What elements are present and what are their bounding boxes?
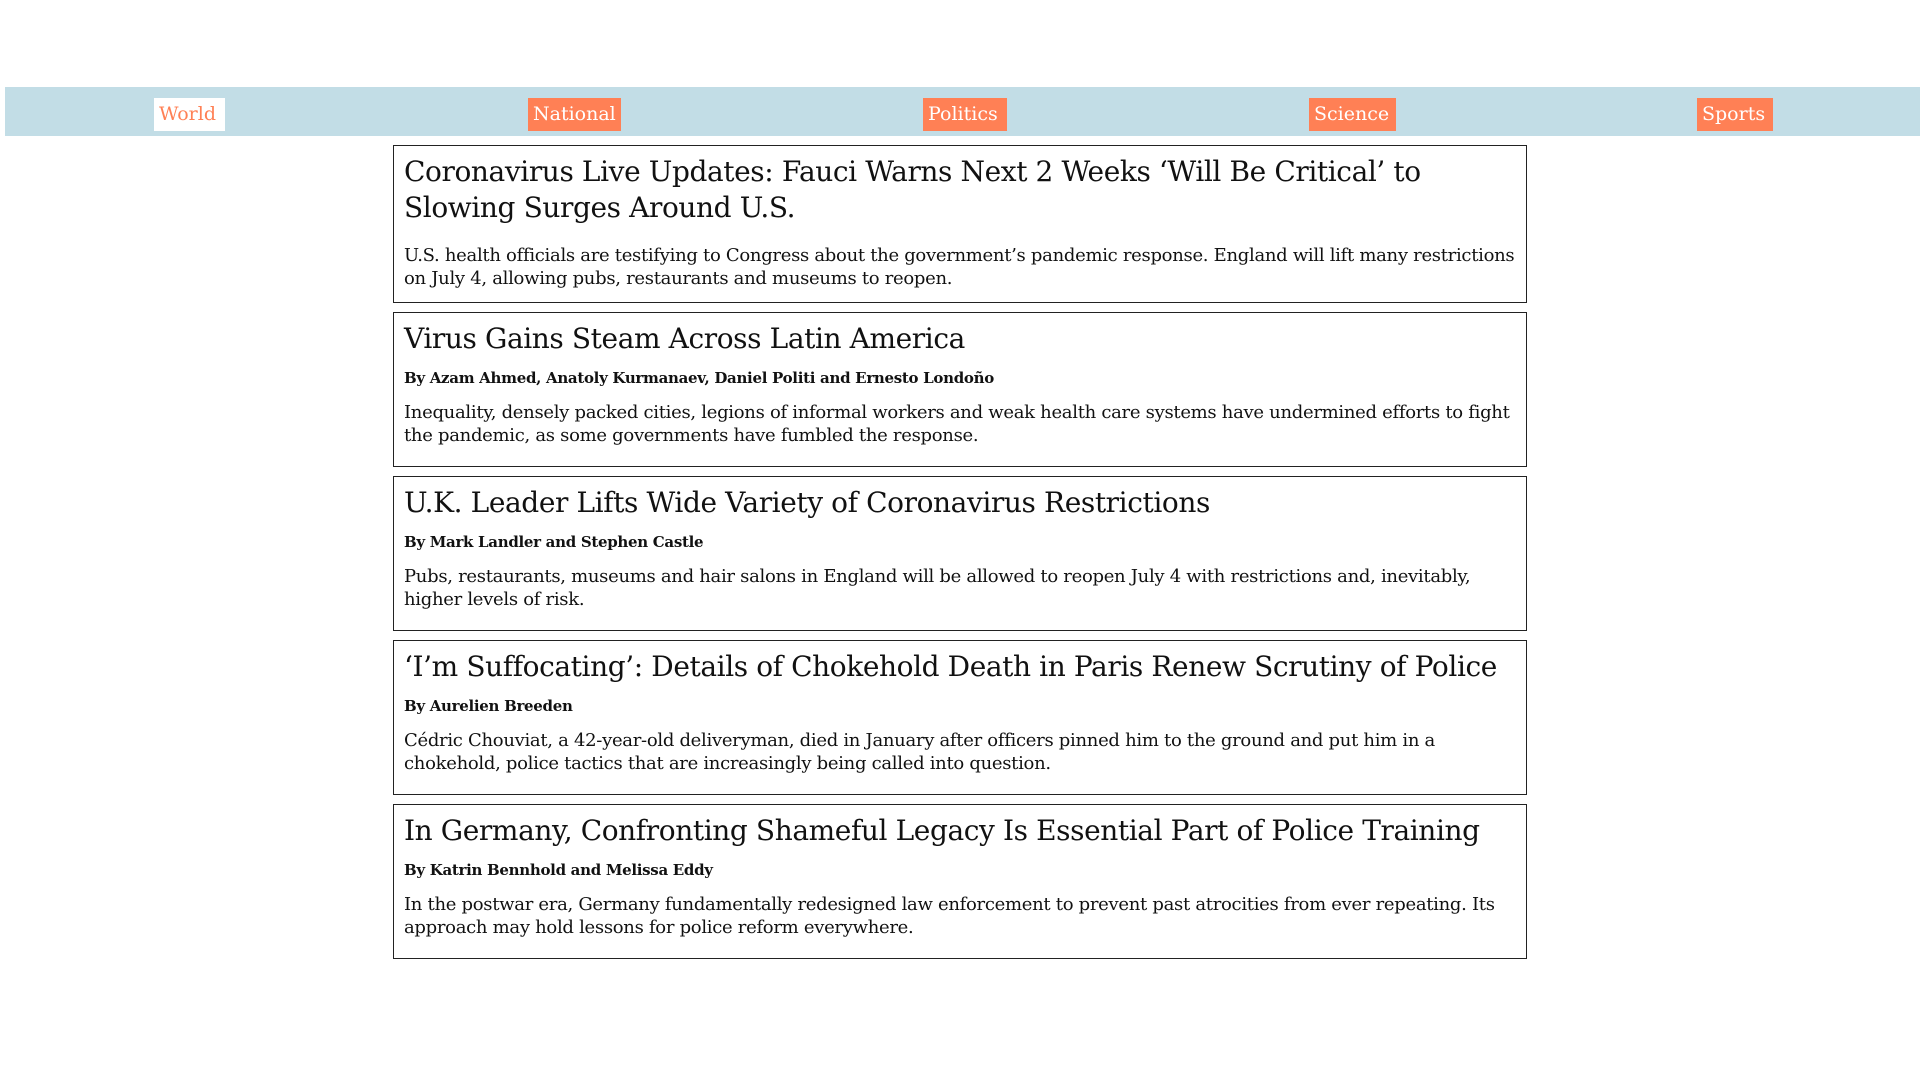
article-title[interactable]: In Germany, Confronting Shameful Legacy … <box>404 813 1516 849</box>
article-byline: By Katrin Bennhold and Melissa Eddy <box>404 861 713 879</box>
article-title[interactable]: U.K. Leader Lifts Wide Variety of Corona… <box>404 485 1516 521</box>
article-card[interactable]: Virus Gains Steam Across Latin America B… <box>393 312 1527 467</box>
article-feed: Coronavirus Live Updates: Fauci Warns Ne… <box>393 145 1527 968</box>
article-summary: In the postwar era, Germany fundamentall… <box>404 894 1495 938</box>
article-summary: Pubs, restaurants, museums and hair salo… <box>404 566 1471 610</box>
article-byline: By Azam Ahmed, Anatoly Kurmanaev, Daniel… <box>404 369 994 387</box>
article-summary: U.S. health officials are testifying to … <box>404 245 1515 289</box>
article-card[interactable]: In Germany, Confronting Shameful Legacy … <box>393 804 1527 959</box>
article-byline: By Aurelien Breeden <box>404 697 573 715</box>
article-summary: Cédric Chouviat, a 42-year-old deliverym… <box>404 730 1435 774</box>
article-card[interactable]: U.K. Leader Lifts Wide Variety of Corona… <box>393 476 1527 631</box>
article-byline: By Mark Landler and Stephen Castle <box>404 533 704 551</box>
tab-sports[interactable]: Sports <box>1697 98 1773 131</box>
article-title[interactable]: Coronavirus Live Updates: Fauci Warns Ne… <box>404 154 1516 226</box>
section-nav-bar: World National Politics Science Sports <box>5 87 1920 136</box>
article-card[interactable]: ‘I’m Suffocating’: Details of Chokehold … <box>393 640 1527 795</box>
tab-national[interactable]: National <box>528 98 621 131</box>
tab-science[interactable]: Science <box>1309 98 1396 131</box>
tab-world[interactable]: World <box>154 98 225 131</box>
article-summary: Inequality, densely packed cities, legio… <box>404 402 1510 446</box>
article-title[interactable]: Virus Gains Steam Across Latin America <box>404 321 1516 357</box>
article-card[interactable]: Coronavirus Live Updates: Fauci Warns Ne… <box>393 145 1527 303</box>
article-title[interactable]: ‘I’m Suffocating’: Details of Chokehold … <box>404 649 1516 685</box>
tab-politics[interactable]: Politics <box>923 98 1007 131</box>
